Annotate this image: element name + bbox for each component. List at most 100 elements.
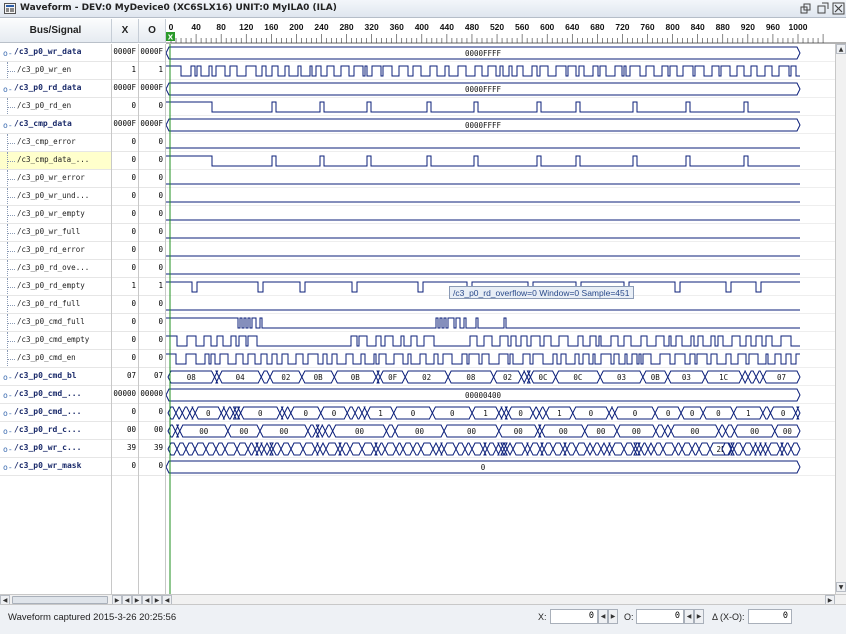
signal-row[interactable]: /c3_p0_wr_error [0, 170, 111, 188]
bus-segment[interactable] [220, 406, 227, 420]
bit-waveform[interactable] [166, 335, 800, 347]
bus-segment[interactable] [189, 406, 196, 420]
signal-row[interactable]: /c3_cmp_error [0, 134, 111, 152]
bus-expand-icon[interactable]: o- [3, 445, 13, 454]
bus-segment[interactable] [373, 442, 379, 456]
bus-segment[interactable] [520, 370, 528, 384]
wave-row[interactable] [166, 219, 835, 224]
wave-row[interactable]: 08 04 02 0B 0B 0F 02 08 02 0C 0C 03 0B 03 1C 07 [166, 370, 835, 386]
o-cursor-right-icon[interactable]: ▶ [694, 609, 704, 624]
scroll-thumb[interactable] [12, 596, 108, 604]
bus-segment[interactable] [307, 424, 317, 438]
x-cursor-field[interactable]: 0 [550, 609, 598, 624]
bus-segment[interactable] [529, 442, 541, 456]
bus-segment[interactable] [767, 442, 781, 456]
bus-segment[interactable] [314, 442, 321, 456]
bus-expand-icon[interactable]: o- [3, 49, 13, 58]
signal-row[interactable]: o-/c3_cmp_data [0, 116, 111, 134]
bus-segment[interactable] [747, 370, 757, 384]
wave-row[interactable] [166, 237, 835, 242]
bus-expand-icon[interactable]: o- [3, 391, 13, 400]
bus-segment[interactable] [757, 442, 764, 456]
bus-segment[interactable] [539, 442, 545, 456]
bus-segment[interactable] [263, 441, 271, 457]
signal-row[interactable]: /c3_p0_cmd_full [0, 314, 111, 332]
bus-segment[interactable] [361, 406, 368, 420]
bus-segment[interactable] [319, 441, 327, 457]
bus-segment[interactable] [611, 442, 625, 456]
signal-row[interactable]: /c3_p0_rd_empty [0, 278, 111, 296]
bus-segment[interactable] [464, 442, 473, 456]
bus-segment[interactable] [512, 442, 526, 456]
restore-icon[interactable] [800, 2, 813, 15]
wave-row[interactable] [166, 155, 835, 170]
signal-row[interactable]: /c3_p0_rd_en [0, 98, 111, 116]
bus-segment[interactable] [341, 442, 351, 456]
signal-row[interactable]: /c3_p0_rd_full [0, 296, 111, 314]
bus-segment[interactable] [167, 406, 177, 420]
vertical-scrollbar[interactable]: ▲ ▼ [835, 44, 846, 594]
bus-segment[interactable] [725, 424, 735, 438]
signal-row[interactable]: o-/c3_p0_cmd_bl [0, 368, 111, 386]
bus-segment[interactable] [538, 406, 547, 420]
bus-segment[interactable] [623, 442, 635, 456]
close-icon[interactable] [832, 2, 845, 15]
bus-segment[interactable] [779, 442, 785, 456]
bus-segment[interactable] [600, 441, 608, 457]
signal-row[interactable]: o-/c3_p0_wr_mask [0, 458, 111, 476]
bus-segment[interactable] [432, 441, 440, 457]
signal-row[interactable]: /c3_p0_wr_empty [0, 206, 111, 224]
bus-segment[interactable] [482, 442, 488, 456]
bus-expand-icon[interactable]: o- [3, 121, 13, 130]
bus-segment[interactable] [377, 442, 386, 456]
bus-segment[interactable] [395, 442, 404, 456]
bus-expand-icon[interactable]: o- [3, 373, 13, 382]
signal-row[interactable]: /c3_p0_rd_error [0, 242, 111, 260]
bus-segment[interactable] [608, 406, 616, 420]
wave-row[interactable] [166, 255, 835, 260]
o-cursor-field[interactable]: 0 [636, 609, 684, 624]
signal-row[interactable]: o-/c3_p0_wr_c... [0, 440, 111, 458]
bus-segment[interactable] [498, 406, 505, 420]
bus-segment[interactable] [762, 406, 772, 420]
bus-segment[interactable] [260, 370, 271, 384]
bus-segment[interactable] [455, 442, 466, 456]
bus-segment[interactable] [783, 442, 792, 456]
signal-row[interactable]: /c3_p0_wr_en [0, 62, 111, 80]
bit-waveform[interactable] [166, 65, 800, 77]
bus-segment[interactable] [215, 442, 226, 456]
x-cursor-right-icon[interactable]: ▶ [608, 609, 618, 624]
maximize-icon[interactable] [816, 2, 829, 15]
bus-segment[interactable] [185, 442, 196, 456]
wave-row[interactable]: 0000FFFF [166, 46, 835, 62]
bus-segment[interactable] [325, 442, 339, 456]
bus-segment[interactable] [486, 442, 497, 456]
signal-row[interactable]: /c3_cmp_data_... [0, 152, 111, 170]
wave-row[interactable]: 0000FFFF [166, 82, 835, 98]
wave-row[interactable] [166, 65, 835, 80]
waveform-area[interactable]: 0000FFFF 0000FFFF 0000FFFF 08 04 02 0B 0B 0F 02 08… [166, 44, 835, 594]
bus-segment[interactable] [718, 424, 727, 438]
bus-segment[interactable] [175, 406, 183, 420]
signal-row[interactable]: o-/c3_p0_cmd_... [0, 386, 111, 404]
bus-segment[interactable] [349, 442, 363, 456]
bus-segment[interactable] [235, 406, 242, 420]
wave-row[interactable] [166, 273, 835, 278]
bus-signal-header[interactable]: Bus/Signal [0, 19, 112, 43]
signal-row[interactable]: /c3_p0_rd_ove... [0, 260, 111, 278]
bus-segment[interactable] [506, 441, 514, 457]
bus-segment[interactable] [662, 442, 676, 456]
bus-segment[interactable] [443, 442, 457, 456]
bit-waveform[interactable] [166, 353, 800, 365]
waveform-canvas[interactable]: 0000FFFF0000FFFF0000FFFF08 04 02 0B 0B 0F 02 08… [166, 44, 835, 594]
signal-row[interactable]: o-/c3_p0_rd_data [0, 80, 111, 98]
x-header[interactable]: X [112, 19, 139, 43]
bus-segment[interactable] [438, 442, 445, 456]
signal-row[interactable]: o-/c3_p0_rd_c... [0, 422, 111, 440]
x-cursor-left-icon[interactable]: ◀ [598, 609, 608, 624]
wave-row[interactable] [166, 201, 835, 206]
signal-row[interactable]: /c3_p0_cmd_empty [0, 332, 111, 350]
bus-segment[interactable] [167, 424, 176, 438]
wave-row[interactable]: 00000400 [166, 388, 835, 404]
bus-segment[interactable] [167, 442, 178, 456]
